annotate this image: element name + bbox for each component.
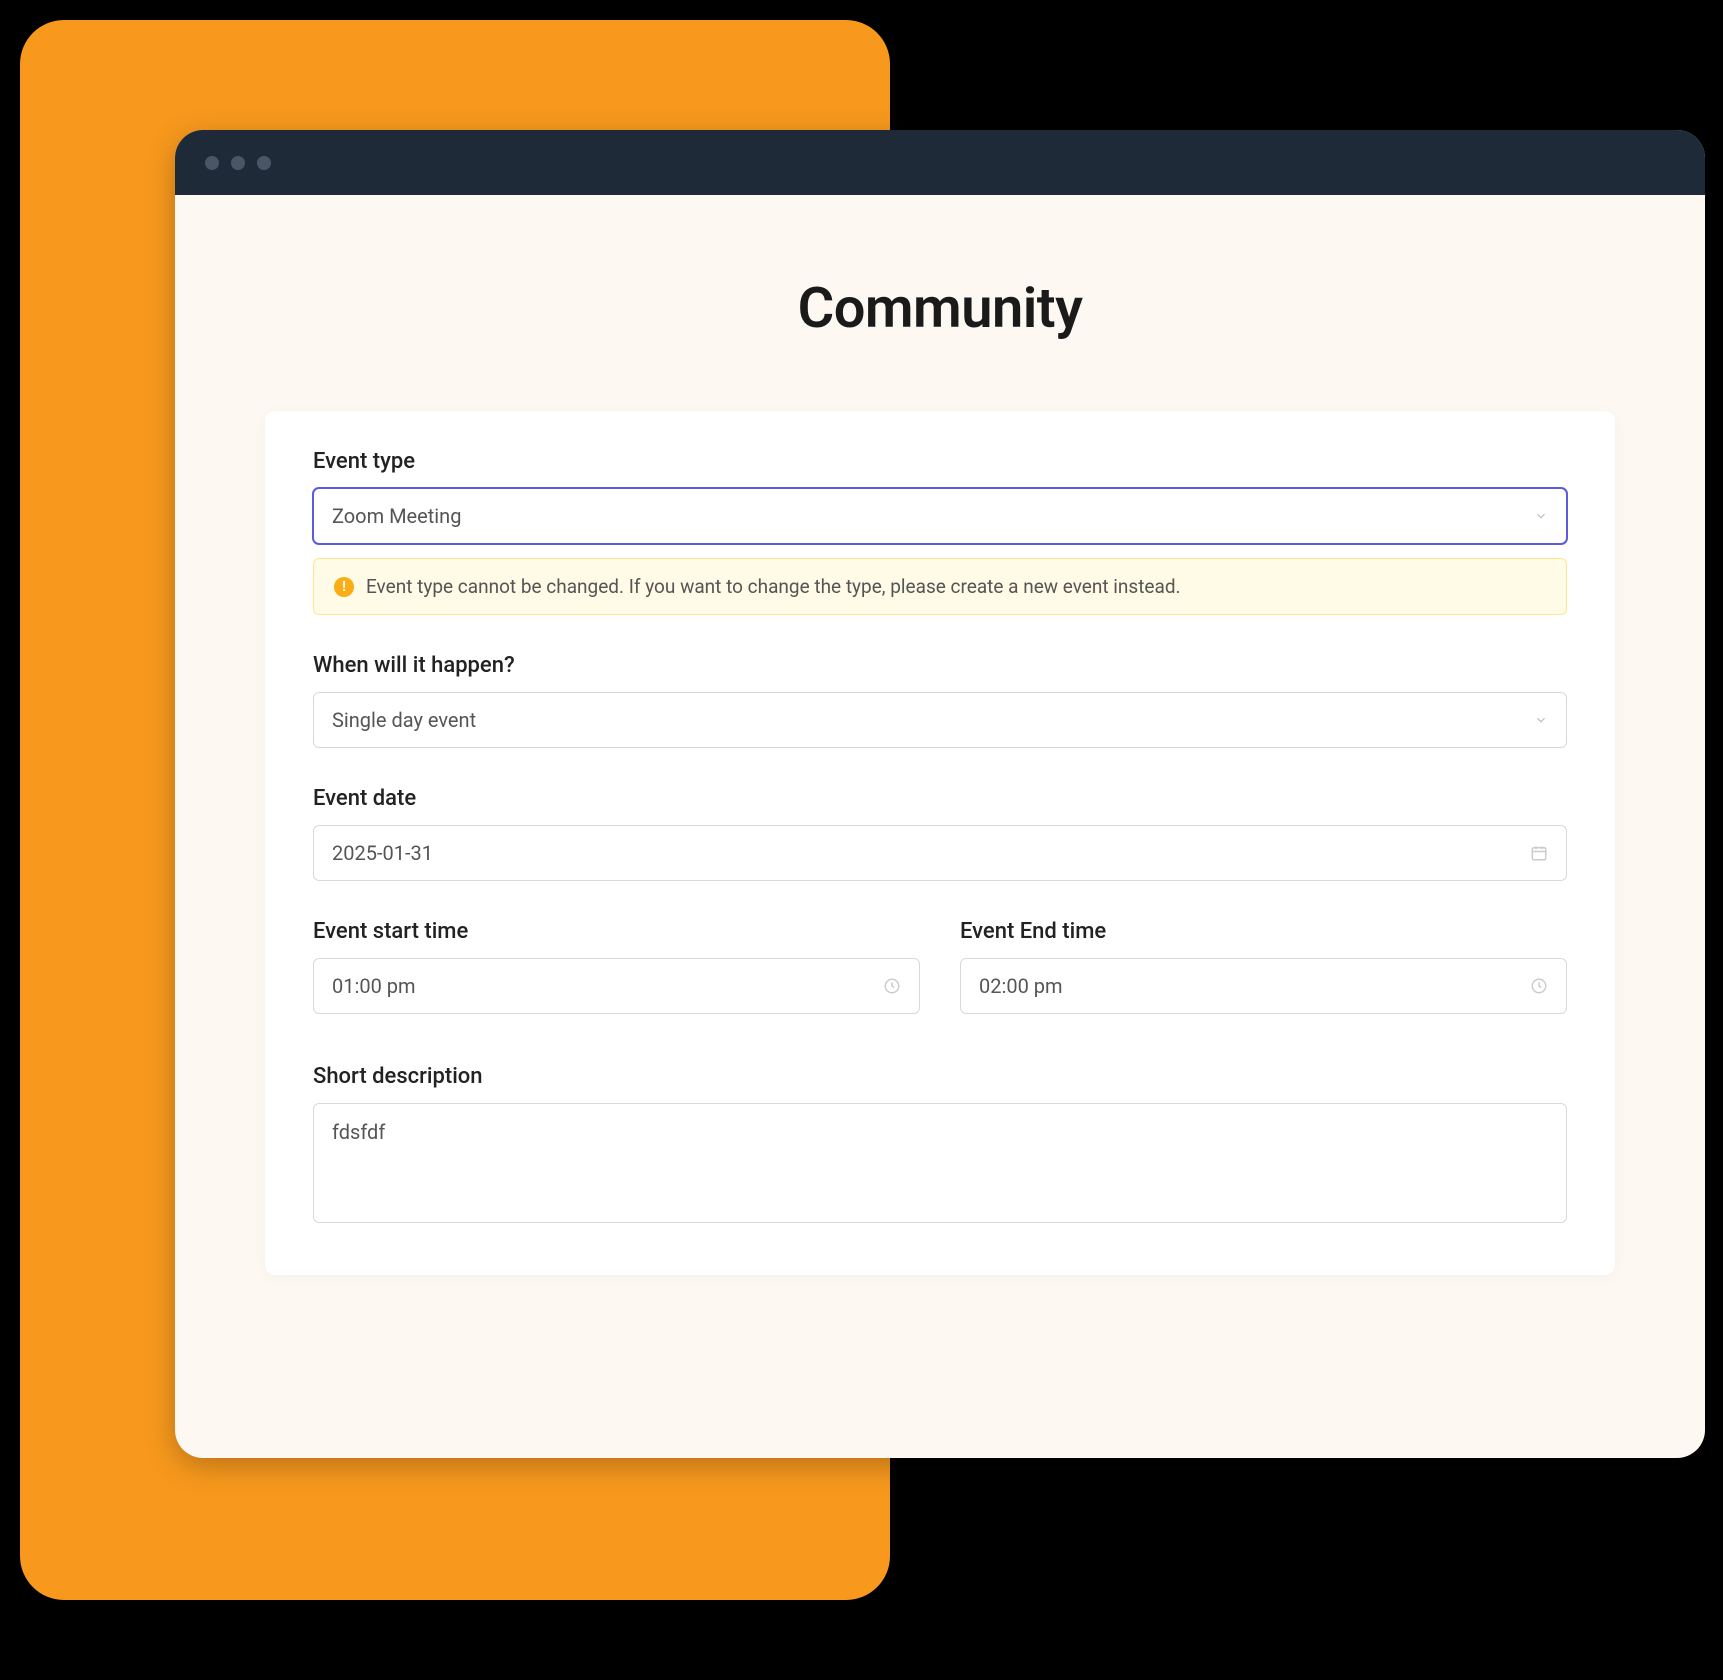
event-date-input[interactable]: 2025-01-31 bbox=[313, 825, 1567, 881]
browser-window: Community Event type Zoom Meeting ! Even… bbox=[175, 130, 1705, 1458]
when-select[interactable]: Single day event bbox=[313, 692, 1567, 748]
end-time-input[interactable]: 02:00 pm bbox=[960, 958, 1567, 1014]
clock-icon bbox=[883, 977, 901, 995]
end-time-value: 02:00 pm bbox=[979, 974, 1063, 998]
event-type-label: Event type bbox=[313, 449, 1567, 474]
short-desc-textarea[interactable] bbox=[313, 1103, 1567, 1223]
traffic-light-dot[interactable] bbox=[231, 156, 245, 170]
clock-icon bbox=[1530, 977, 1548, 995]
warning-text: Event type cannot be changed. If you wan… bbox=[366, 575, 1181, 598]
event-date-label: Event date bbox=[313, 786, 1567, 811]
traffic-light-dot[interactable] bbox=[257, 156, 271, 170]
event-form-card: Event type Zoom Meeting ! Event type can… bbox=[265, 411, 1615, 1275]
calendar-icon bbox=[1530, 844, 1548, 862]
event-type-select[interactable]: Zoom Meeting bbox=[313, 488, 1567, 544]
start-time-label: Event start time bbox=[313, 919, 920, 944]
event-type-warning: ! Event type cannot be changed. If you w… bbox=[313, 558, 1567, 615]
warning-icon: ! bbox=[334, 577, 354, 597]
event-type-value: Zoom Meeting bbox=[332, 504, 461, 528]
end-time-label: Event End time bbox=[960, 919, 1567, 944]
when-value: Single day event bbox=[332, 708, 476, 732]
traffic-light-dot[interactable] bbox=[205, 156, 219, 170]
chevron-down-icon bbox=[1534, 509, 1548, 523]
short-desc-label: Short description bbox=[313, 1064, 1567, 1089]
window-titlebar bbox=[175, 130, 1705, 195]
when-label: When will it happen? bbox=[313, 653, 1567, 678]
start-time-input[interactable]: 01:00 pm bbox=[313, 958, 920, 1014]
event-date-value: 2025-01-31 bbox=[332, 841, 433, 865]
chevron-down-icon bbox=[1534, 713, 1548, 727]
start-time-value: 01:00 pm bbox=[332, 974, 416, 998]
page-title: Community bbox=[175, 275, 1705, 341]
